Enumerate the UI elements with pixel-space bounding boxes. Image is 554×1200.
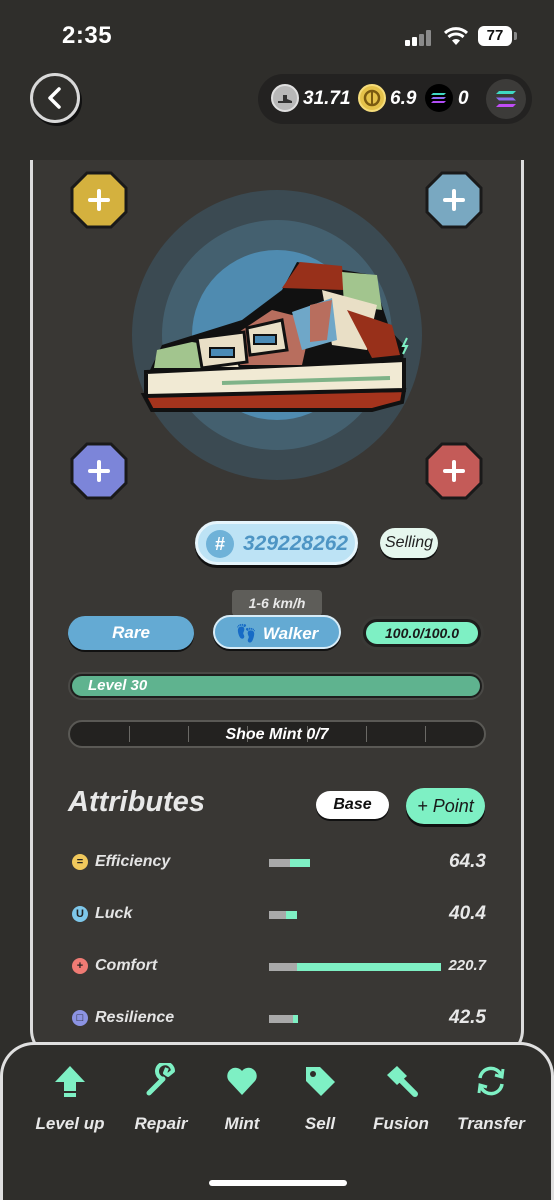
gmt-token-icon [358,84,386,112]
attribute-bar-base [269,859,290,867]
wrench-icon [146,1061,175,1096]
attribute-row-luck: U Luck 40.4 [72,902,486,928]
mint-button[interactable]: Mint [197,1063,287,1134]
base-button[interactable]: Base [316,791,389,819]
attribute-name: Resilience [95,1009,175,1026]
transfer-button[interactable]: Transfer [446,1063,536,1134]
attribute-value: 42.5 [449,1007,486,1028]
shoe-mint-label: Shoe Mint 0/7 [225,726,329,743]
level-up-arrow-icon [55,1066,85,1097]
nav-label: Level up [35,1114,105,1133]
attribute-row-comfort: + Comfort 220.7 [72,954,486,980]
nav-label: Sell [304,1114,336,1133]
speed-range-tooltip: 1-6 km/h [232,590,322,616]
comfort-icon: + [72,958,88,974]
attribute-bar-base [269,1015,294,1023]
attribute-bar-added [296,963,441,971]
attribute-row-efficiency: = Efficiency 64.3 [72,850,486,876]
attribute-bar-base [269,963,297,971]
heart-icon [227,1067,257,1095]
back-button[interactable] [30,73,80,123]
gst-token-icon [271,84,299,112]
nav-label: Fusion [373,1114,429,1133]
sol-balance: 0 [458,88,469,109]
socket-efficiency-add-button[interactable] [70,171,128,229]
wallet-balances[interactable]: 31.71 6.9 0 [258,74,532,124]
durability-fill: 100.0/100.0 [366,622,478,644]
sneaker-type-badge[interactable]: 👣 Walker [213,615,341,649]
attribute-bar-added [289,859,311,867]
sneaker-id: 329228262 [243,532,349,555]
attribute-bar [269,963,441,971]
durability-bar: 100.0/100.0 [360,616,484,650]
sneaker-image[interactable] [132,250,422,420]
attribute-value: 64.3 [449,851,486,872]
nav-label: Repair [134,1114,188,1133]
level-up-button[interactable]: Level up [25,1063,115,1134]
wifi-icon [443,27,469,45]
status-bar: 2:35 77 [0,0,554,70]
cellular-signal-icon [405,30,433,46]
resilience-icon: □ [72,1010,88,1026]
solana-icon [496,91,516,107]
chevron-left-icon [48,87,61,109]
nav-label: Mint [224,1114,260,1133]
rarity-badge: Rare [68,616,194,650]
hash-icon: # [206,530,234,558]
luck-icon: U [72,906,88,922]
shoe-mint-bar: Shoe Mint 0/7 [68,720,486,748]
attribute-bar-base [269,911,287,919]
attribute-bar [269,1015,441,1023]
status-badge: Selling [380,528,438,558]
level-label: Level 30 [88,677,148,694]
footprint-icon: 👣 [235,624,257,643]
level-bar: Level 30 [68,672,484,700]
repair-button[interactable]: Repair [116,1061,206,1134]
attribute-bar-added [286,911,297,919]
gmt-balance: 6.9 [390,88,417,109]
attribute-value: 220.7 [448,957,486,974]
fusion-button[interactable]: Fusion [356,1063,446,1134]
nav-label: Transfer [457,1114,525,1133]
hammer-icon [387,1066,418,1097]
gst-balance: 31.71 [303,88,351,109]
transfer-icon [477,1066,505,1096]
sell-button[interactable]: Sell [275,1063,365,1134]
chain-selector-button[interactable] [486,79,526,119]
sneaker-id-badge[interactable]: # 329228262 [195,521,358,565]
attribute-name: Efficiency [95,853,171,870]
attributes-title: Attributes [68,786,205,818]
durability-value: 100.0/100.0 [385,625,459,641]
socket-comfort-add-button[interactable] [425,442,483,500]
sol-token-icon [425,84,453,112]
efficiency-icon: = [72,854,88,870]
socket-luck-add-button[interactable] [425,171,483,229]
sneaker-type-label: Walker [262,624,319,643]
socket-resilience-add-button[interactable] [70,442,128,500]
attribute-row-resilience: □ Resilience 42.5 [72,1006,486,1032]
attribute-bar-added [293,1015,299,1023]
attribute-name: Luck [95,905,133,922]
battery-icon: 77 [478,26,517,46]
attribute-bar [269,859,441,867]
attribute-name: Comfort [95,957,158,974]
attribute-bar [269,911,441,919]
attribute-value: 40.4 [449,903,486,924]
bottom-action-bar: Level up Repair Mint Sell Fusion Transfe… [0,1042,554,1200]
add-point-button[interactable]: + Point [406,788,485,824]
home-indicator [209,1180,347,1186]
tag-icon [306,1067,335,1096]
clock: 2:35 [62,22,113,49]
